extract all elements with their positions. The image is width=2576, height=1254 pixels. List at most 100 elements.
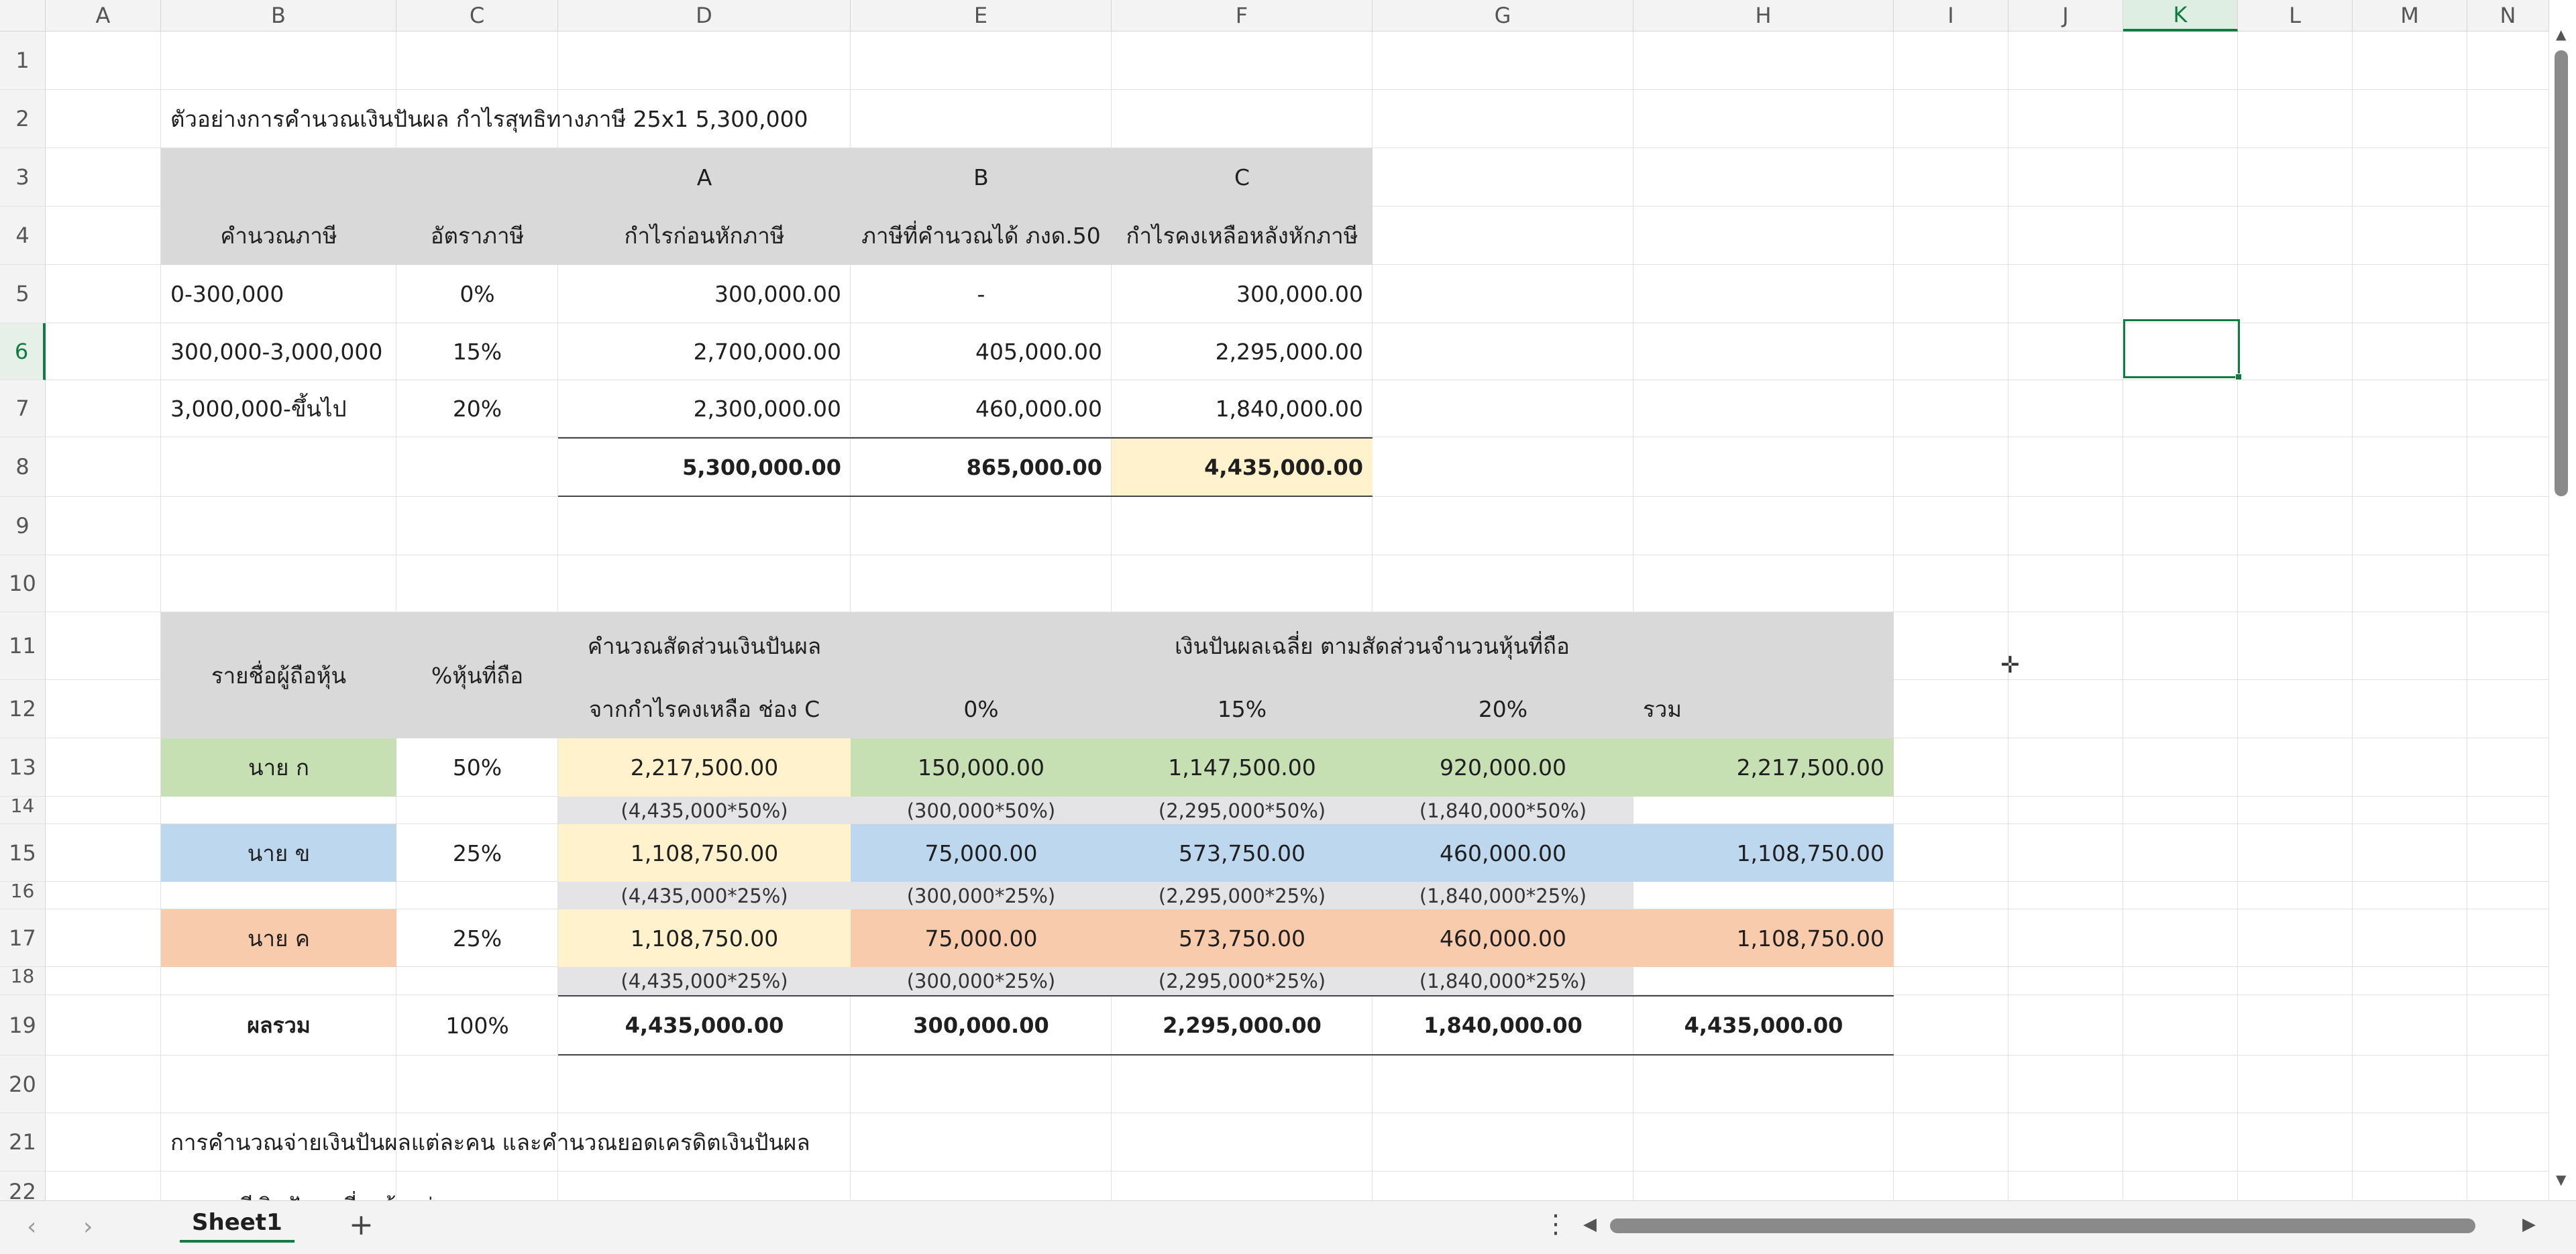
header-cell[interactable] [396, 148, 558, 207]
row-header-8[interactable]: 8 [0, 437, 46, 497]
dividend-total[interactable]: 2,217,500.00 [1633, 738, 1894, 797]
header-calc-line1[interactable]: คำนวณสัดส่วนเงินปันผล [558, 612, 851, 680]
row-header-13[interactable]: 13 [0, 738, 46, 797]
row-header-19[interactable]: 19 [0, 995, 46, 1056]
row-header-7[interactable]: 7 [0, 380, 46, 437]
dividend-calc[interactable]: 1,108,750.00 [558, 824, 851, 882]
share-pct[interactable]: 25% [396, 909, 558, 967]
formula-20[interactable]: (1,840,000*25%) [1373, 967, 1633, 995]
dividend-15[interactable]: 573,750.00 [1112, 824, 1373, 882]
prev-sheet-icon[interactable]: ‹ [27, 1213, 36, 1241]
horizontal-scroll-thumb[interactable] [1610, 1218, 2475, 1233]
header-average-dividend[interactable]: เงินปันผลเฉลี่ย ตามสัดส่วนจำนวนหุ้นที่ถื… [851, 612, 1894, 680]
vertical-scrollbar[interactable]: ▲ ▼ [2549, 26, 2576, 1200]
more-icon[interactable]: ⋮ [1543, 1209, 1568, 1239]
formula-calc[interactable]: (4,435,000*25%) [558, 882, 851, 909]
formula-20[interactable]: (1,840,000*25%) [1373, 882, 1633, 909]
row-header-12[interactable]: 12 [0, 680, 46, 738]
scroll-down-icon[interactable]: ▼ [2556, 1172, 2566, 1188]
column-header-L[interactable]: L [2238, 0, 2353, 32]
formula-calc[interactable]: (4,435,000*50%) [558, 797, 851, 824]
total-tax[interactable]: 865,000.00 [851, 437, 1112, 497]
share-pct[interactable]: 50% [396, 738, 558, 797]
tax-header-3[interactable]: ภาษีที่คำนวณได้ ภงด.50 [851, 207, 1112, 265]
formula-15[interactable]: (2,295,000*25%) [1112, 967, 1373, 995]
header-rate-0[interactable]: 0% [851, 680, 1112, 738]
row-header-11[interactable]: 11 [0, 612, 46, 680]
tax-rate[interactable]: 20% [396, 380, 558, 437]
tax-rate[interactable]: 0% [396, 265, 558, 323]
row-header-9[interactable]: 9 [0, 497, 46, 555]
row-header-2[interactable]: 2 [0, 90, 46, 148]
shareholder-name[interactable]: นาย ข [161, 824, 396, 882]
row-header-15[interactable]: 15 [0, 824, 46, 882]
shareholder-name[interactable]: นาย ค [161, 909, 396, 967]
header-share-pct[interactable]: %หุ้นที่ถือ [396, 612, 558, 738]
profit-after-tax[interactable]: 300,000.00 [1112, 265, 1373, 323]
formula-20[interactable]: (1,840,000*50%) [1373, 797, 1633, 824]
dividend-20[interactable]: 460,000.00 [1373, 824, 1633, 882]
dividend-total[interactable]: 1,108,750.00 [1633, 824, 1894, 882]
tax-header-2[interactable]: กำไรก่อนหักภาษี [558, 207, 851, 265]
dividend-15[interactable]: 1,147,500.00 [1112, 738, 1373, 797]
sheet-tab-sheet1[interactable]: Sheet1 [180, 1205, 294, 1243]
column-letter-A[interactable]: A [558, 148, 851, 207]
tax-range[interactable]: 300,000-3,000,000 [161, 323, 396, 380]
sum-calc[interactable]: 4,435,000.00 [558, 995, 851, 1056]
row-header-3[interactable]: 3 [0, 148, 46, 207]
formula-0[interactable]: (300,000*25%) [851, 882, 1112, 909]
profit-before-tax[interactable]: 2,700,000.00 [558, 323, 851, 380]
column-header-E[interactable]: E [851, 0, 1112, 32]
column-header-K[interactable]: K [2123, 0, 2238, 32]
active-cell-selection[interactable] [2123, 319, 2242, 380]
column-header-D[interactable]: D [558, 0, 851, 32]
header-shareholder[interactable]: รายชื่อผู้ถือหุ้น [161, 612, 396, 738]
row-header-6[interactable]: 6 [0, 323, 46, 380]
header-calc-line2[interactable]: จากกำไรคงเหลือ ช่อง C [558, 680, 851, 738]
tax-header-4[interactable]: กำไรคงเหลือหลังหักภาษี [1112, 207, 1373, 265]
scroll-right-icon[interactable]: ▶ [2522, 1214, 2536, 1235]
sum-total[interactable]: 4,435,000.00 [1633, 995, 1894, 1056]
tax-rate[interactable]: 15% [396, 323, 558, 380]
share-pct[interactable]: 25% [396, 824, 558, 882]
dividend-total[interactable]: 1,108,750.00 [1633, 909, 1894, 967]
total-after-tax[interactable]: 4,435,000.00 [1112, 437, 1373, 497]
column-header-F[interactable]: F [1112, 0, 1373, 32]
column-header-I[interactable]: I [1894, 0, 2008, 32]
dividend-20[interactable]: 920,000.00 [1373, 738, 1633, 797]
select-all-corner[interactable] [0, 0, 46, 32]
sum-15[interactable]: 2,295,000.00 [1112, 995, 1373, 1056]
profit-after-tax[interactable]: 2,295,000.00 [1112, 323, 1373, 380]
note-row21[interactable]: การคำนวณจ่ายเงินปันผลแต่ละคน และคำนวณยอด… [161, 1113, 1112, 1172]
row-header-16[interactable]: 16 [0, 882, 46, 909]
row-header-20[interactable]: 20 [0, 1056, 46, 1113]
total-profit[interactable]: 5,300,000.00 [558, 437, 851, 497]
header-cell[interactable] [161, 148, 396, 207]
dividend-0[interactable]: 150,000.00 [851, 738, 1112, 797]
dividend-calc[interactable]: 2,217,500.00 [558, 738, 851, 797]
sum-label[interactable]: ผลรวม [161, 995, 396, 1056]
row-header-17[interactable]: 17 [0, 909, 46, 967]
header-total[interactable]: รวม [1633, 680, 1894, 738]
sum-20[interactable]: 1,840,000.00 [1373, 995, 1633, 1056]
column-header-M[interactable]: M [2353, 0, 2467, 32]
dividend-15[interactable]: 573,750.00 [1112, 909, 1373, 967]
tax-amount[interactable]: 405,000.00 [851, 323, 1112, 380]
dividend-0[interactable]: 75,000.00 [851, 824, 1112, 882]
row-header-21[interactable]: 21 [0, 1113, 46, 1172]
next-sheet-icon[interactable]: › [83, 1213, 93, 1241]
header-rate-15[interactable]: 15% [1112, 680, 1373, 738]
horizontal-scrollbar[interactable]: ◀ ▶ [1583, 1214, 2542, 1235]
tax-header-0[interactable]: คำนวณภาษี [161, 207, 396, 265]
scroll-left-icon[interactable]: ◀ [1583, 1214, 1597, 1235]
tax-range[interactable]: 3,000,000-ขึ้นไป [161, 380, 396, 437]
spreadsheet[interactable]: A B C D E F G H I J K L M N 1 2 3 4 5 6 7 8 9 10 11 12 13 14 15 16 17 1… [0, 0, 2576, 1253]
profit-after-tax[interactable]: 1,840,000.00 [1112, 380, 1373, 437]
column-header-A[interactable]: A [46, 0, 161, 32]
row-header-18[interactable]: 18 [0, 967, 46, 995]
column-header-N[interactable]: N [2467, 0, 2549, 32]
dividend-calc[interactable]: 1,108,750.00 [558, 909, 851, 967]
row-header-1[interactable]: 1 [0, 32, 46, 90]
row-header-4[interactable]: 4 [0, 207, 46, 265]
formula-calc[interactable]: (4,435,000*25%) [558, 967, 851, 995]
